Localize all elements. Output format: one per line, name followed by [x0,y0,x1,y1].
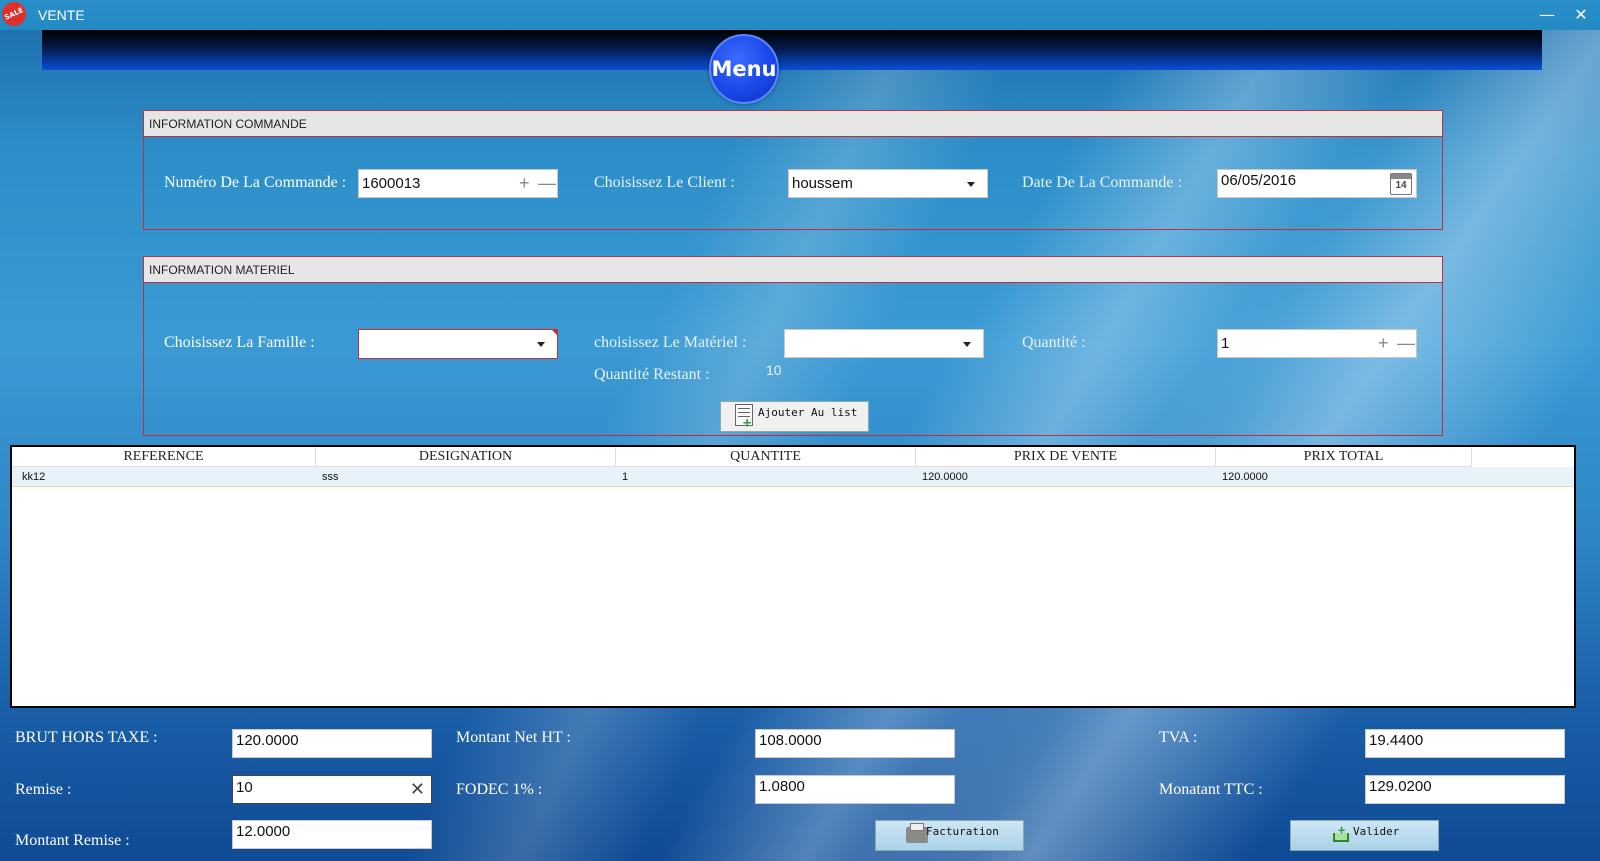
title-bar: SALE VENTE — ✕ [0,0,1600,30]
facturation-label: Facturation [926,825,999,838]
ajouter-label: Ajouter Au list [758,406,858,419]
chevron-down-icon [537,342,545,347]
brut-label: BRUT HORS TAXE : [15,729,158,746]
commande-header: INFORMATION COMMANDE [144,111,1442,137]
numero-value: 1600013 [362,175,421,192]
materiel-label: choisissez Le Matériel : [594,334,747,351]
quantite-spinner[interactable]: 1 + — [1217,329,1417,358]
facturation-button[interactable]: Facturation [875,820,1024,851]
date-label: Date De La Commande : [1022,174,1182,191]
client-select[interactable]: houssem [788,169,988,198]
table-cell: sss [322,471,339,483]
plus-icon[interactable]: + [1378,333,1389,353]
numero-spinner[interactable]: 1600013 + — [358,169,558,198]
tva-value: 19.4400 [1369,732,1424,749]
close-icon: ✕ [1574,5,1588,24]
items-table[interactable]: REFERENCE DESIGNATION QUANTITE PRIX DE V… [10,445,1576,708]
remise-field[interactable]: 10 ✕ [232,775,432,804]
add-list-icon: + [735,404,753,430]
brut-value: 120.0000 [236,732,299,749]
restant-value: 10 [766,362,782,378]
numero-label: Numéro De La Commande : [164,174,347,191]
close-button[interactable]: ✕ [1570,4,1592,26]
table-cell: 120.0000 [922,471,968,483]
date-picker[interactable]: 06/05/2016 14 [1217,169,1417,198]
column-header[interactable]: REFERENCE [12,447,316,467]
table-cell: 1 [622,471,629,483]
column-header[interactable]: PRIX DE VENTE [916,447,1216,467]
table-row[interactable]: kk12 sss 1 120.0000 120.0000 [12,467,1574,487]
fodec-label: FODEC 1% : [456,781,543,798]
restant-label: Quantité Restant : [594,366,710,383]
column-header[interactable]: QUANTITE [616,447,916,467]
cart-icon: + [1331,824,1351,845]
fodec-field[interactable]: 1.0800 [755,775,955,804]
materiel-select[interactable] [784,329,984,358]
montant-remise-label: Montant Remise : [15,832,130,849]
ajouter-button[interactable]: + Ajouter Au list [720,401,869,432]
famille-select[interactable] [358,329,558,359]
valider-label: Valider [1353,825,1400,838]
tva-field[interactable]: 19.4400 [1365,729,1565,758]
menu-bar [42,30,1542,70]
minimize-button[interactable]: — [1536,4,1558,26]
table-header: REFERENCE DESIGNATION QUANTITE PRIX DE V… [12,447,1574,467]
client-value: houssem [792,175,853,192]
net-label: Montant Net HT : [456,729,571,746]
clear-icon[interactable]: ✕ [410,779,425,799]
quantite-value: 1 [1221,335,1230,352]
chevron-down-icon [963,342,971,347]
famille-label: Choisissez La Famille : [164,334,315,351]
sale-icon: SALE [0,0,30,30]
chevron-down-icon [967,182,975,187]
table-cell: kk12 [22,471,46,483]
fodec-value: 1.0800 [759,778,805,795]
montant-remise-value: 12.0000 [236,823,291,840]
client-label: Choisissez Le Client : [594,174,735,191]
window-title: VENTE [38,7,85,23]
column-header[interactable]: DESIGNATION [316,447,616,467]
net-value: 108.0000 [759,732,822,749]
column-header[interactable]: PRIX TOTAL [1216,447,1472,467]
materiel-header: INFORMATION MATERIEL [144,257,1442,283]
plus-icon[interactable]: + [519,173,530,193]
ttc-label: Monatant TTC : [1159,781,1263,798]
error-marker [551,329,558,336]
quantite-label: Quantité : [1022,334,1086,351]
remise-value: 10 [236,779,253,796]
ttc-value: 129.0200 [1369,778,1432,795]
brut-field[interactable]: 120.0000 [232,729,432,758]
menu-button[interactable]: Menu [709,34,779,104]
valider-button[interactable]: + Valider [1290,820,1439,851]
invoice-icon [906,823,928,843]
date-value: 06/05/2016 [1221,172,1297,189]
tva-label: TVA : [1159,729,1198,746]
minus-icon[interactable]: — [1397,333,1415,353]
montant-remise-field[interactable]: 12.0000 [232,820,432,849]
net-field[interactable]: 108.0000 [755,729,955,758]
remise-label: Remise : [15,781,72,798]
minus-icon[interactable]: — [538,173,556,193]
table-cell: 120.0000 [1222,471,1268,483]
ttc-field[interactable]: 129.0200 [1365,775,1565,804]
minimize-icon: — [1539,5,1555,24]
calendar-icon[interactable]: 14 [1390,173,1412,195]
